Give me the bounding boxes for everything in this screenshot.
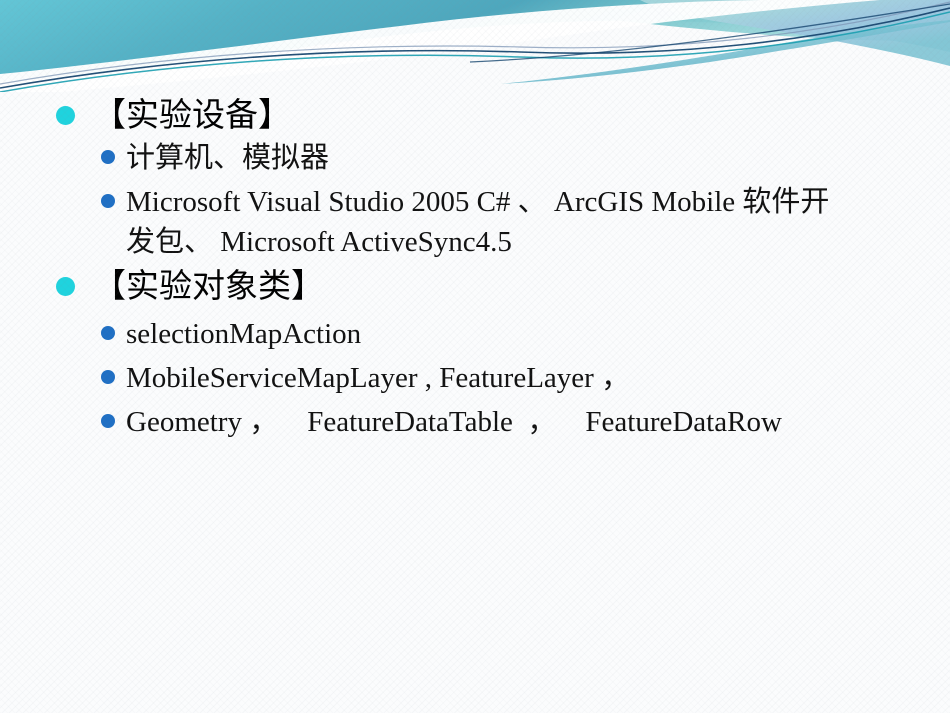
bullet-dot-level2 bbox=[101, 194, 115, 208]
item-geometry-classes-label: Geometry ， FeatureDataTable ， FeatureDat… bbox=[126, 406, 782, 438]
bullet-dot-level2 bbox=[101, 414, 115, 428]
bullet-dot-level2 bbox=[101, 150, 115, 164]
item-map-layer-classes-label: MobileServiceMapLayer , FeatureLayer ， bbox=[126, 362, 631, 394]
bullet-dot-level2 bbox=[101, 370, 115, 384]
bullet-dot-level1 bbox=[56, 106, 75, 125]
heading-lab-object-classes: 【实验对象类】 bbox=[56, 265, 916, 309]
item-computer-simulator-label: 计算机、模拟器 bbox=[126, 142, 330, 174]
item-geometry-classes: Geometry ， FeatureDataTable ， FeatureDat… bbox=[101, 402, 921, 442]
item-map-layer-classes: MobileServiceMapLayer , FeatureLayer ， bbox=[101, 358, 921, 398]
heading-lab-equipment-label: 【实验设备】 bbox=[93, 98, 291, 134]
item-software-toolchain: Microsoft Visual Studio 2005 C# 、 ArcGIS… bbox=[101, 182, 921, 262]
item-software-toolchain-line2: 发包、 Microsoft ActiveSync4.5 bbox=[126, 226, 512, 258]
slide-body: 【实验设备】 计算机、模拟器 Microsoft Visual Studio 2… bbox=[0, 0, 950, 713]
item-software-toolchain-line1: Microsoft Visual Studio 2005 C# 、 ArcGIS… bbox=[126, 186, 830, 218]
item-software-toolchain-label: Microsoft Visual Studio 2005 C# 、 ArcGIS… bbox=[126, 182, 829, 262]
bullet-dot-level2 bbox=[101, 326, 115, 340]
item-selection-map-action: selectionMapAction bbox=[101, 314, 921, 354]
presentation-slide: 【实验设备】 计算机、模拟器 Microsoft Visual Studio 2… bbox=[0, 0, 950, 713]
bullet-dot-level1 bbox=[56, 277, 75, 296]
item-computer-simulator: 计算机、模拟器 bbox=[101, 138, 921, 178]
item-selection-map-action-label: selectionMapAction bbox=[126, 318, 362, 350]
heading-lab-object-classes-label: 【实验对象类】 bbox=[93, 269, 324, 305]
heading-lab-equipment: 【实验设备】 bbox=[56, 94, 916, 138]
